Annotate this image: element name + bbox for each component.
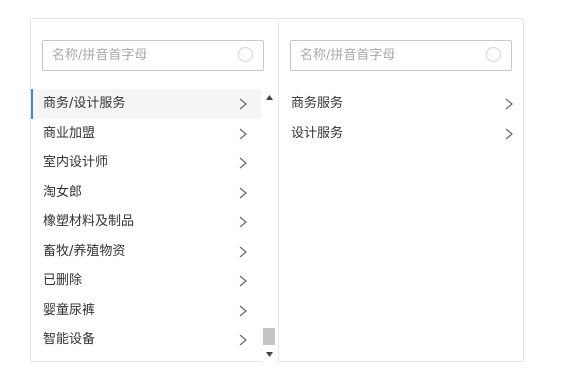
chevron-right-icon [239, 246, 247, 257]
scroll-down-arrow-icon[interactable] [265, 350, 274, 359]
chevron-right-icon [239, 216, 247, 228]
list-item-label: 婴童尿裤 [43, 302, 96, 318]
list-item-label: 畜牧/养殖物资 [43, 243, 126, 259]
column-divider [278, 19, 279, 361]
category-selector-panel: 商务/设计服务 商业加盟 室内设计师 淘女郎 橡塑材料及制品 畜牧/养殖物资 已… [30, 18, 525, 363]
chevron-right-icon [239, 334, 247, 346]
chevron-right-icon [239, 98, 247, 110]
list-item[interactable]: 智能设备 [31, 325, 261, 355]
list-item-label: 淘女郎 [43, 184, 83, 200]
chevron-right-icon [239, 187, 247, 198]
list-item-label: 橡塑材料及制品 [43, 214, 135, 229]
primary-category-list: 商务/设计服务 商业加盟 室内设计师 淘女郎 橡塑材料及制品 畜牧/养殖物资 已… [31, 89, 261, 363]
left-search-box[interactable] [42, 40, 264, 71]
search-icon[interactable] [237, 46, 254, 63]
list-item[interactable]: 商务/设计服务 [31, 89, 261, 119]
right-search-box[interactable] [290, 40, 512, 71]
list-item-label: 智能设备 [43, 332, 96, 347]
list-item-label: 设计服务 [291, 125, 344, 141]
chevron-right-icon [239, 275, 247, 287]
chevron-right-icon [239, 157, 247, 169]
list-item-label: 商务/设计服务 [43, 96, 126, 111]
list-item[interactable]: 商业加盟 [31, 119, 261, 149]
list-item[interactable]: 橡塑材料及制品 [31, 207, 261, 237]
list-item-label: 已删除 [43, 273, 83, 288]
list-item[interactable]: 淘女郎 [31, 178, 261, 208]
scroll-up-arrow-icon[interactable] [265, 93, 274, 102]
list-item-label: 商业加盟 [43, 125, 96, 141]
list-item-label: 室内设计师 [43, 155, 109, 170]
list-item[interactable]: 已删除 [31, 266, 261, 296]
scrollbar-thumb[interactable] [263, 328, 275, 345]
list-item[interactable]: 设计服务 [279, 119, 525, 149]
list-item[interactable]: 商务服务 [279, 89, 525, 119]
chevron-right-icon [239, 128, 247, 139]
list-item[interactable]: 室内设计师 [31, 148, 261, 178]
list-item[interactable]: 畜牧/养殖物资 [31, 237, 261, 267]
left-search-input[interactable] [43, 41, 232, 70]
left-list-scrollbar[interactable] [262, 89, 277, 363]
chevron-right-icon [239, 305, 247, 316]
list-item-label: 商务服务 [291, 96, 344, 111]
chevron-right-icon [505, 98, 513, 110]
list-item[interactable]: 婴童尿裤 [31, 296, 261, 326]
search-icon[interactable] [485, 46, 502, 63]
secondary-category-list: 商务服务 设计服务 [279, 89, 525, 148]
right-search-input[interactable] [291, 41, 480, 70]
chevron-right-icon [505, 128, 513, 139]
